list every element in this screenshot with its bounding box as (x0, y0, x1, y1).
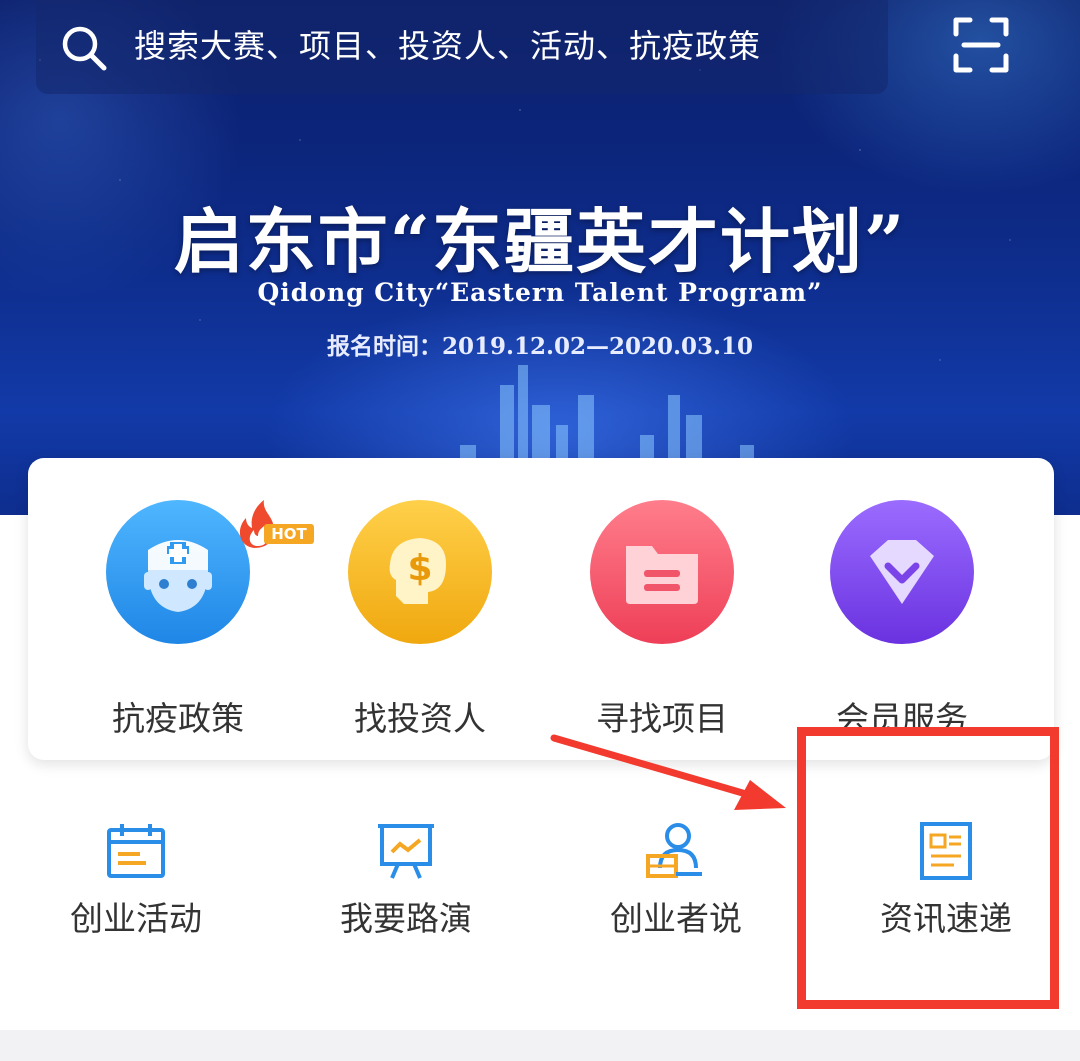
search-input[interactable]: 搜索大赛、项目、投资人、活动、抗疫政策 (134, 24, 761, 68)
diamond-icon (830, 500, 974, 644)
presentation-board-icon (378, 824, 434, 879)
hot-badge-label: HOT (271, 525, 307, 543)
submenu-item-roadshow[interactable]: 我要路演 (306, 822, 506, 952)
submenu-item-label: 我要路演 (340, 899, 472, 938)
menu-item-find-project[interactable]: 寻找项目 (562, 500, 762, 738)
speaker-person-icon (646, 823, 702, 878)
annotation-arrow-icon (550, 734, 786, 810)
submenu-item-label: 创业者说 (610, 899, 742, 938)
top-banner[interactable]: 搜索大赛、项目、投资人、活动、抗疫政策 启东市“东疆英才计划” Qidong C… (0, 0, 1080, 515)
banner-registration-date: 报名时间：2019.12.02—2020.03.10 (326, 333, 754, 360)
doctor-mask-icon (106, 500, 250, 644)
submenu-item-entrepreneur-talk[interactable]: 创业者说 (576, 822, 776, 952)
menu-item-member-service[interactable]: 会员服务 (802, 500, 1002, 738)
menu-item-find-investor[interactable]: $ 找投资人 (320, 500, 520, 738)
svg-text:$: $ (407, 548, 432, 589)
annotation-highlight-box (797, 727, 1059, 1009)
section-divider (0, 1030, 1080, 1061)
main-menu-card: 抗疫政策 HOT $ 找投资人 寻找项目 会员服务 (28, 458, 1054, 760)
investor-dollar-icon: $ (348, 500, 492, 644)
search-bar[interactable]: 搜索大赛、项目、投资人、活动、抗疫政策 (36, 0, 888, 94)
search-icon[interactable] (58, 22, 110, 74)
hot-badge: HOT (239, 500, 314, 548)
submenu-item-startup-events[interactable]: 创业活动 (36, 822, 236, 952)
banner-subtitle: Qidong City“Eastern Talent Program” (257, 278, 823, 307)
scan-icon[interactable] (952, 16, 1010, 74)
banner-title: 启东市“东疆英才计划” (173, 200, 907, 283)
calendar-icon (107, 824, 165, 878)
submenu-item-label: 创业活动 (70, 899, 202, 938)
menu-item-label: 找投资人 (354, 699, 486, 738)
menu-item-label: 抗疫政策 (112, 699, 244, 738)
folder-icon (590, 500, 734, 644)
